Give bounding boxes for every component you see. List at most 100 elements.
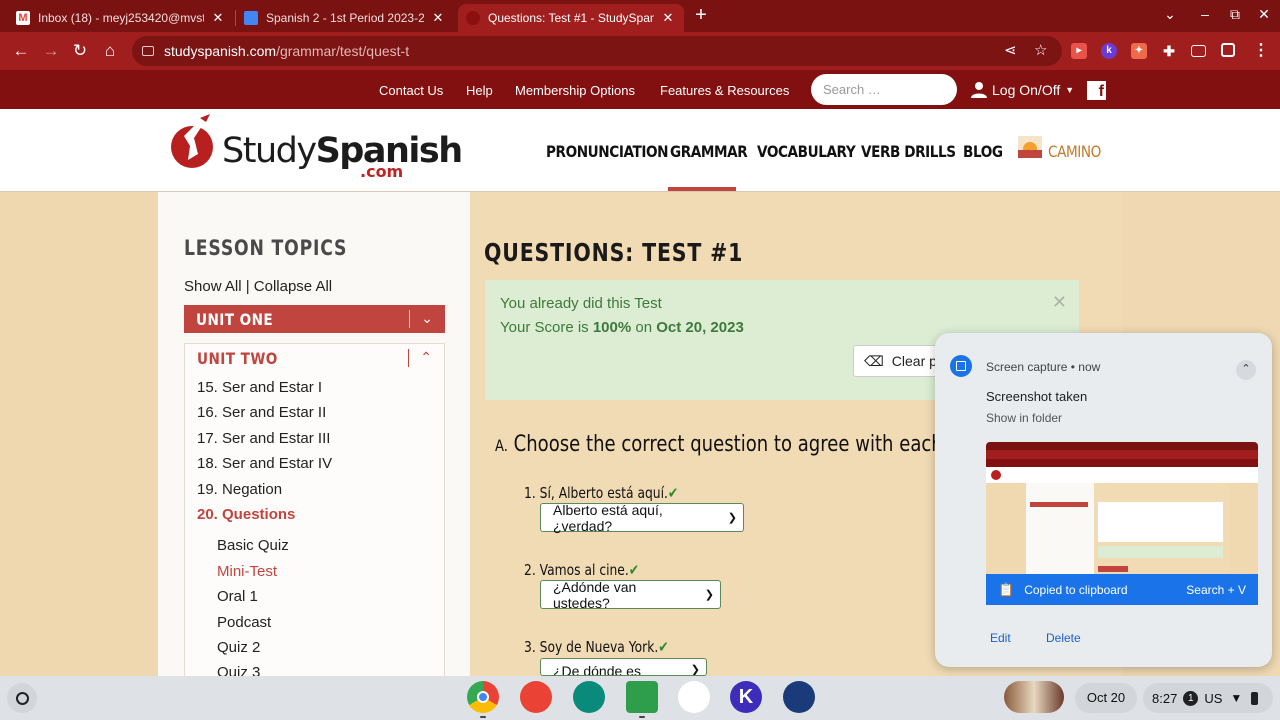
- sublesson-link[interactable]: Oral 1: [217, 588, 258, 605]
- extension-icon[interactable]: ▸: [1071, 43, 1087, 59]
- screen-capture-icon: [950, 355, 972, 377]
- site-search-input[interactable]: [811, 74, 957, 105]
- photos-app-icon[interactable]: [678, 681, 710, 713]
- sublesson-link[interactable]: Basic Quiz: [217, 537, 289, 554]
- sublesson-link[interactable]: Podcast: [217, 614, 271, 631]
- wifi-icon: ▼: [1230, 691, 1243, 705]
- sublesson-link-current[interactable]: Mini-Test: [217, 563, 277, 580]
- lesson-link[interactable]: 18. Ser and Estar IV: [197, 455, 332, 472]
- nav-verb-drills[interactable]: VERB DRILLS: [861, 142, 956, 161]
- login-menu[interactable]: Log On/Off ▼: [970, 81, 1074, 99]
- nav-vocabulary[interactable]: VOCABULARY: [757, 142, 856, 161]
- browser-toolbar: ← → ↻ ⌂ studyspanish.com/grammar/test/qu…: [0, 32, 1280, 70]
- launcher-icon[interactable]: [7, 683, 37, 713]
- forward-icon[interactable]: →: [41, 41, 61, 61]
- alert-message: You already did this Test: [500, 295, 662, 312]
- clipboard-icon: 📋: [998, 581, 1015, 597]
- holding-space-icon[interactable]: [1004, 681, 1064, 713]
- extension-icon[interactable]: ✦: [1131, 43, 1147, 59]
- status-tray[interactable]: 8:27 1 US ▼: [1143, 683, 1273, 713]
- contact-link[interactable]: Contact Us: [379, 83, 443, 98]
- unit-two-header[interactable]: UNIT TWO ⌃: [185, 344, 444, 372]
- new-tab-button[interactable]: +: [690, 4, 712, 26]
- menu-kebab-icon[interactable]: ⋮: [1253, 43, 1269, 59]
- answer-select[interactable]: ¿De dónde es usted?❯: [540, 658, 707, 676]
- close-icon[interactable]: ✕: [1052, 292, 1067, 313]
- camino-sun-icon: [1018, 136, 1042, 158]
- caret-down-icon: ▼: [1065, 85, 1075, 95]
- tab-search-icon[interactable]: ⌄: [1160, 6, 1180, 23]
- back-icon[interactable]: ←: [11, 41, 31, 61]
- gmail-icon: M: [16, 11, 30, 25]
- chrome-app-icon[interactable]: [467, 681, 499, 713]
- delete-button[interactable]: Delete: [1046, 631, 1081, 645]
- site-info-icon[interactable]: [142, 46, 154, 56]
- notification-title: Screenshot taken: [986, 389, 1088, 404]
- sidebar-title: LESSON TOPICS: [184, 236, 348, 260]
- address-bar[interactable]: studyspanish.com/grammar/test/quest-t ⋖ …: [132, 36, 1062, 66]
- window-close-icon[interactable]: ✕: [1254, 6, 1274, 23]
- nav-blog[interactable]: BLOG: [963, 142, 1003, 161]
- notification-app: Screen capture • now: [986, 360, 1101, 374]
- tab-studyspanish[interactable]: Questions: Test #1 - StudySpanis ✕: [458, 4, 684, 32]
- nav-camino[interactable]: CAMINO: [1048, 142, 1101, 161]
- tab-classroom[interactable]: Spanish 2 - 1st Period 2023-202 ✕: [236, 4, 454, 32]
- lesson-link-current[interactable]: 20. Questions: [197, 506, 295, 523]
- close-icon[interactable]: ✕: [210, 10, 226, 26]
- restore-icon[interactable]: ⧉: [1225, 6, 1245, 23]
- share-icon[interactable]: ⋖: [1004, 41, 1017, 59]
- chevron-up-icon[interactable]: ⌃: [1236, 360, 1256, 380]
- edit-button[interactable]: Edit: [990, 631, 1011, 645]
- show-collapse-links[interactable]: Show All | Collapse All: [184, 278, 332, 295]
- features-link[interactable]: Features & Resources: [660, 83, 789, 98]
- help-link[interactable]: Help: [466, 83, 493, 98]
- lesson-link[interactable]: 17. Ser and Estar III: [197, 430, 330, 447]
- screenshot-notification: Screen capture • now ⌃ Screenshot taken …: [935, 333, 1272, 667]
- unit-one-header[interactable]: UNIT ONE ⌄: [184, 305, 445, 333]
- sublesson-link[interactable]: Quiz 3: [217, 664, 260, 676]
- answer-select[interactable]: ¿Adónde van ustedes? ❯: [540, 579, 721, 611]
- kami-extension-icon[interactable]: k: [1101, 43, 1117, 59]
- close-icon[interactable]: ✕: [430, 10, 446, 26]
- site-header: StudySpanish .com PRONUNCIATION GRAMMAR …: [0, 109, 1280, 192]
- nav-pronunciation[interactable]: PRONUNCIATION: [546, 142, 669, 161]
- chat-app-icon[interactable]: [573, 681, 605, 713]
- home-icon[interactable]: ⌂: [100, 41, 120, 61]
- tray-date[interactable]: Oct 20: [1075, 683, 1137, 713]
- clock: 8:27: [1152, 690, 1178, 706]
- answer-select[interactable]: Alberto está aquí, ¿verdad? ❯: [540, 502, 744, 534]
- close-icon[interactable]: ✕: [660, 10, 676, 26]
- lesson-link[interactable]: 15. Ser and Estar I: [197, 379, 322, 396]
- app-icon[interactable]: [783, 681, 815, 713]
- chevron-down-icon[interactable]: ⌄: [421, 310, 433, 327]
- paste-shortcut: Search + V: [1186, 582, 1246, 597]
- sublesson-link[interactable]: Quiz 2: [217, 639, 260, 656]
- clipboard-label: Copied to clipboard: [1024, 582, 1128, 597]
- lesson-sidebar: LESSON TOPICS Show All | Collapse All UN…: [158, 192, 470, 676]
- tab-gmail[interactable]: M Inbox (18) - meyj253420@mvstu ✕: [8, 4, 234, 32]
- reload-icon[interactable]: ↻: [70, 41, 90, 61]
- checkmark-icon: ✔: [658, 638, 669, 656]
- show-in-folder-link[interactable]: Show in folder: [986, 411, 1062, 425]
- cast-icon[interactable]: [1191, 45, 1206, 57]
- question-prompt: 1. Sí, Alberto está aquí.✔: [524, 484, 679, 502]
- battery-icon: [1251, 691, 1259, 705]
- kami-app-icon[interactable]: K: [730, 681, 762, 713]
- divider: [409, 310, 410, 328]
- nav-grammar[interactable]: GRAMMAR: [670, 142, 748, 161]
- lesson-link[interactable]: 16. Ser and Estar II: [197, 404, 326, 421]
- side-panel-icon[interactable]: [1221, 43, 1235, 57]
- bookmark-star-icon[interactable]: ☆: [1034, 41, 1047, 59]
- membership-link[interactable]: Membership Options: [515, 83, 635, 98]
- studyspanish-logo[interactable]: StudySpanish .com: [170, 109, 463, 192]
- facebook-icon[interactable]: f: [1087, 81, 1106, 100]
- minimize-icon[interactable]: –: [1195, 6, 1215, 22]
- canvas-app-icon[interactable]: [520, 681, 552, 713]
- tab-title: Spanish 2 - 1st Period 2023-202: [266, 11, 424, 25]
- unit-label: UNIT TWO: [197, 349, 278, 368]
- chevron-up-icon[interactable]: ⌃: [420, 349, 432, 366]
- extensions-puzzle-icon[interactable]: ✚: [1161, 43, 1177, 59]
- os-shelf: K Oct 20 8:27 1 US ▼: [0, 676, 1280, 720]
- classroom-app-icon[interactable]: [626, 681, 658, 713]
- lesson-link[interactable]: 19. Negation: [197, 481, 282, 498]
